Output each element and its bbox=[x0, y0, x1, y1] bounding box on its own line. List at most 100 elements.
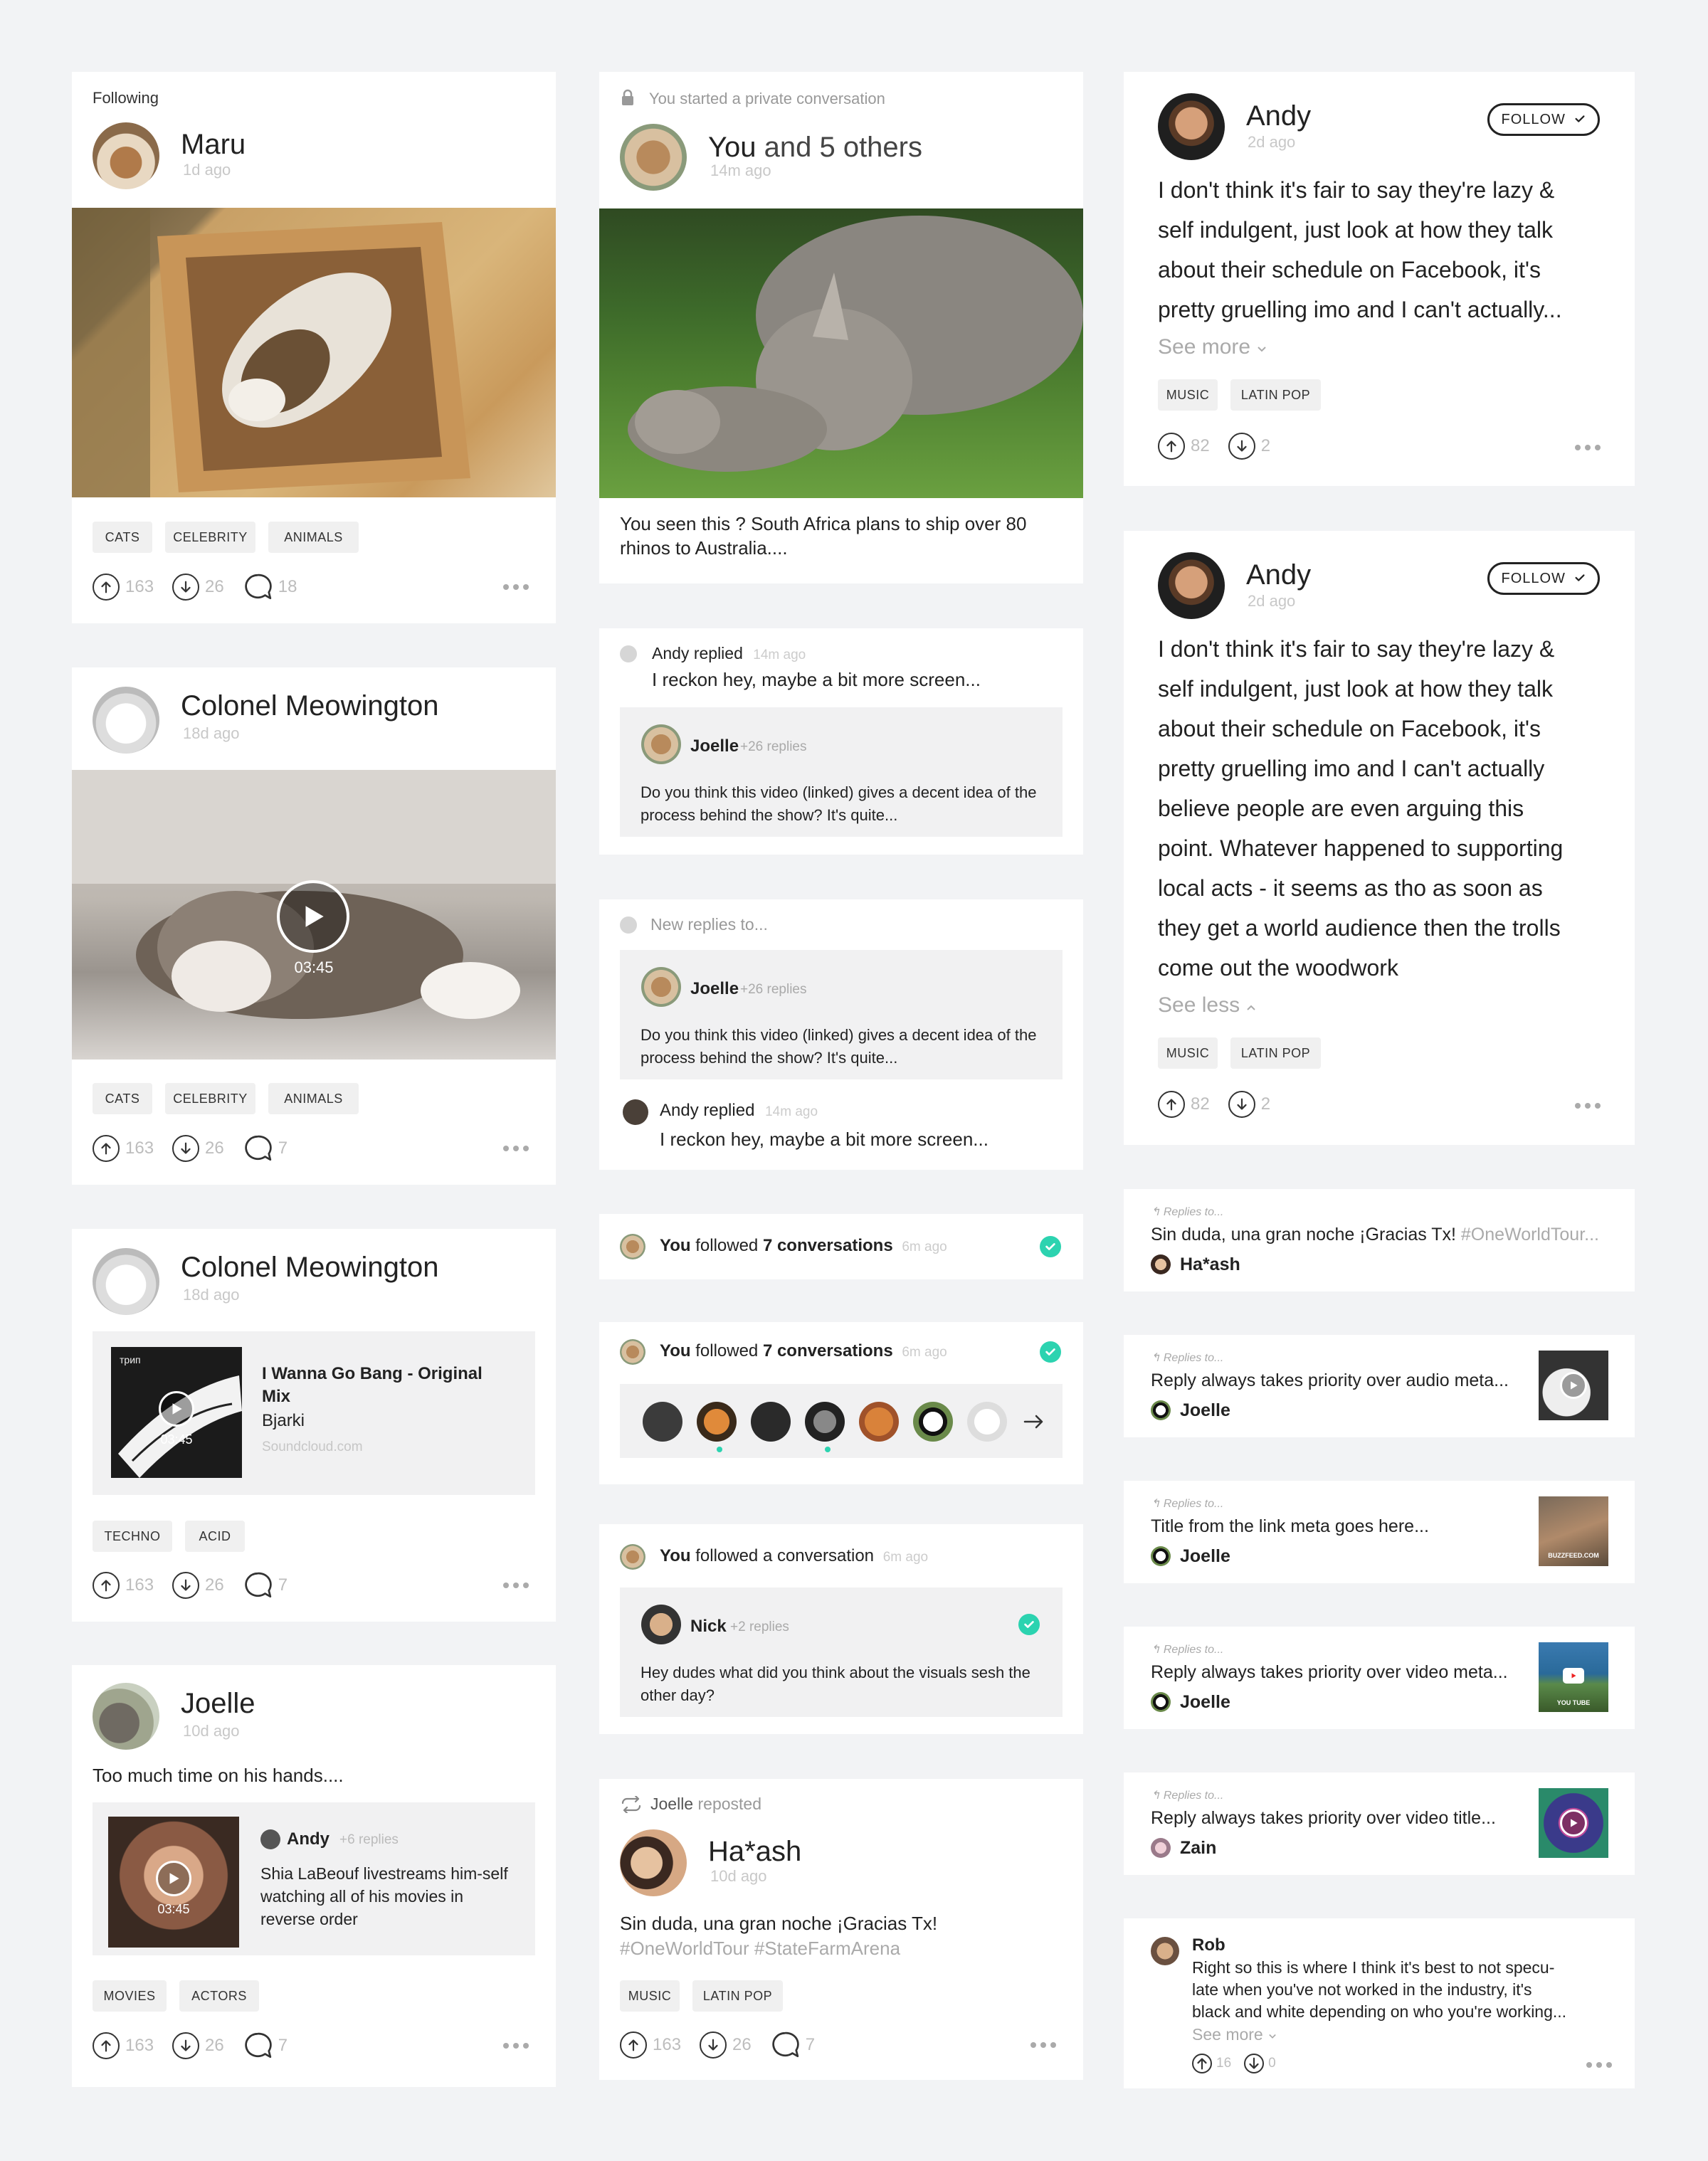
reply-author[interactable]: Andy bbox=[287, 1829, 330, 1849]
avatar[interactable] bbox=[620, 1544, 645, 1570]
author-name[interactable]: Joelle bbox=[181, 1689, 255, 1718]
quote-avatar[interactable] bbox=[641, 967, 681, 1007]
reply-card[interactable]: ↰ Replies to... Sin duda, una gran noche… bbox=[1124, 1189, 1635, 1291]
quoted-post[interactable]: Joelle +26 replies Do you think this vid… bbox=[620, 707, 1063, 837]
quoted-post[interactable]: Nick +2 replies Hey dudes what did you t… bbox=[620, 1587, 1063, 1717]
conversation-avatar[interactable] bbox=[913, 1402, 953, 1442]
track-title[interactable]: I Wanna Go Bang - Original Mix bbox=[262, 1363, 504, 1408]
actor[interactable]: You bbox=[660, 1341, 691, 1360]
music-embed[interactable]: трип 03:45 I Wanna Go Bang - Original Mi… bbox=[93, 1331, 535, 1495]
reply-author[interactable]: Andy bbox=[660, 1101, 699, 1120]
downvote-icon[interactable] bbox=[1228, 1091, 1255, 1118]
tag-music[interactable]: MUSIC bbox=[1158, 1037, 1218, 1069]
quote-count[interactable]: +26 replies bbox=[740, 739, 806, 755]
post-video[interactable]: 03:45 bbox=[72, 770, 556, 1060]
audio-thumbnail[interactable] bbox=[1539, 1351, 1608, 1420]
quoted-post[interactable]: Joelle +26 replies Do you think this vid… bbox=[620, 950, 1063, 1079]
avatar[interactable] bbox=[93, 122, 159, 189]
upvote-icon[interactable] bbox=[1158, 1091, 1185, 1118]
avatar[interactable] bbox=[620, 1829, 687, 1896]
arrow-right-icon[interactable] bbox=[1023, 1413, 1045, 1430]
quote-author[interactable]: Joelle bbox=[690, 979, 739, 999]
object[interactable]: 7 conversations bbox=[763, 1341, 893, 1360]
avatar[interactable] bbox=[1158, 552, 1225, 619]
follow-notification-card[interactable]: You followed 7 conversations 6m ago bbox=[599, 1214, 1083, 1279]
reply-avatar[interactable] bbox=[260, 1829, 280, 1849]
video-thumbnail[interactable]: YOU TUBE bbox=[1539, 1642, 1608, 1712]
downvote-icon[interactable] bbox=[172, 2032, 200, 2059]
tag-latin-pop[interactable]: LATIN POP bbox=[692, 1980, 783, 2012]
avatar[interactable] bbox=[93, 1248, 159, 1315]
quote-avatar[interactable] bbox=[641, 724, 681, 764]
reply-hashtag[interactable]: #OneWorldTour... bbox=[1461, 1225, 1599, 1245]
play-button-icon[interactable] bbox=[1560, 1372, 1587, 1399]
repost-author[interactable]: Joelle bbox=[650, 1795, 693, 1813]
reply-avatar[interactable] bbox=[1151, 1546, 1171, 1566]
comment-icon[interactable] bbox=[770, 2030, 800, 2060]
upvote-icon[interactable] bbox=[93, 1135, 120, 1162]
avatar[interactable] bbox=[620, 1339, 645, 1365]
more-options-icon[interactable] bbox=[503, 584, 529, 590]
play-button-icon[interactable] bbox=[1560, 1809, 1587, 1837]
reply-user[interactable]: Ha*ash bbox=[1180, 1254, 1240, 1275]
upvote-icon[interactable] bbox=[1192, 2054, 1212, 2073]
see-more-link[interactable]: See more bbox=[1192, 2025, 1277, 2044]
tag-animals[interactable]: ANIMALS bbox=[268, 1083, 359, 1114]
link-thumbnail[interactable]: BUZZFEED.COM bbox=[1539, 1496, 1608, 1566]
follow-button[interactable]: FOLLOW bbox=[1487, 562, 1600, 595]
downvote-icon[interactable] bbox=[172, 1572, 200, 1599]
tag-music[interactable]: MUSIC bbox=[1158, 379, 1218, 411]
reply-card[interactable]: ↰ Replies to... Title from the link meta… bbox=[1124, 1481, 1635, 1583]
see-less-link[interactable]: See less bbox=[1158, 993, 1257, 1018]
reply-user[interactable]: Zain bbox=[1180, 1838, 1216, 1859]
video-thumbnail[interactable] bbox=[1539, 1788, 1608, 1858]
author-name[interactable]: Colonel Meowington bbox=[181, 1253, 438, 1282]
more-options-icon[interactable] bbox=[1575, 1103, 1601, 1109]
tag-movies[interactable]: MOVIES bbox=[93, 1980, 167, 2012]
conversation-avatar[interactable] bbox=[643, 1402, 682, 1442]
video-thumbnail[interactable]: 03:45 bbox=[108, 1817, 239, 1948]
notification-card-new-replies[interactable]: New replies to... Joelle +26 replies Do … bbox=[599, 899, 1083, 1170]
more-options-icon[interactable] bbox=[503, 1583, 529, 1588]
reply-user[interactable]: Joelle bbox=[1180, 1546, 1230, 1567]
album-art[interactable]: трип 03:45 bbox=[111, 1347, 242, 1478]
more-options-icon[interactable] bbox=[503, 1146, 529, 1151]
linked-reply[interactable]: 03:45 Andy +6 replies Shia LaBeouf lives… bbox=[93, 1802, 535, 1955]
reply-user[interactable]: Joelle bbox=[1180, 1692, 1230, 1713]
tag-animals[interactable]: ANIMALS bbox=[268, 522, 359, 553]
reply-card[interactable]: ↰ Replies to... Reply always takes prior… bbox=[1124, 1772, 1635, 1875]
more-options-icon[interactable] bbox=[1586, 2062, 1612, 2068]
notification-card-reply[interactable]: Andy replied 14m ago I reckon hey, maybe… bbox=[599, 628, 1083, 855]
tag-celebrity[interactable]: CELEBRITY bbox=[165, 1083, 255, 1114]
avatar[interactable] bbox=[620, 1234, 645, 1259]
more-options-icon[interactable] bbox=[503, 2043, 529, 2049]
upvote-icon[interactable] bbox=[93, 574, 120, 601]
play-button-icon[interactable] bbox=[277, 880, 349, 953]
reply-user[interactable]: Joelle bbox=[1180, 1400, 1230, 1421]
downvote-icon[interactable] bbox=[172, 574, 200, 601]
more-options-icon[interactable] bbox=[1030, 2042, 1056, 2048]
tag-techno[interactable]: TECHNO bbox=[93, 1521, 172, 1552]
tag-cats[interactable]: CATS bbox=[93, 1083, 152, 1114]
reply-avatar[interactable] bbox=[1151, 1838, 1171, 1858]
quote-avatar[interactable] bbox=[641, 1605, 681, 1644]
tag-acid[interactable]: ACID bbox=[185, 1521, 245, 1552]
avatar[interactable] bbox=[93, 1683, 159, 1750]
tag-music[interactable]: MUSIC bbox=[620, 1980, 680, 2012]
conversation-avatar[interactable] bbox=[859, 1402, 899, 1442]
post-image[interactable] bbox=[599, 208, 1083, 498]
quote-count[interactable]: +2 replies bbox=[730, 1620, 789, 1635]
conversation-avatar[interactable] bbox=[805, 1402, 845, 1442]
avatar[interactable] bbox=[93, 687, 159, 754]
quote-author[interactable]: Nick bbox=[690, 1617, 727, 1637]
follow-notification-card-avatars[interactable]: You followed 7 conversations 6m ago bbox=[599, 1322, 1083, 1484]
reply-avatar[interactable] bbox=[1151, 1254, 1171, 1274]
author-name[interactable]: Andy bbox=[1246, 561, 1311, 589]
tag-celebrity[interactable]: CELEBRITY bbox=[165, 522, 255, 553]
reply-count[interactable]: +6 replies bbox=[339, 1832, 399, 1848]
upvote-icon[interactable] bbox=[1158, 433, 1185, 460]
play-button-icon[interactable] bbox=[159, 1391, 194, 1427]
comment-icon[interactable] bbox=[243, 572, 273, 602]
conversation-avatar[interactable] bbox=[751, 1402, 791, 1442]
reply-avatar[interactable] bbox=[623, 1099, 648, 1125]
